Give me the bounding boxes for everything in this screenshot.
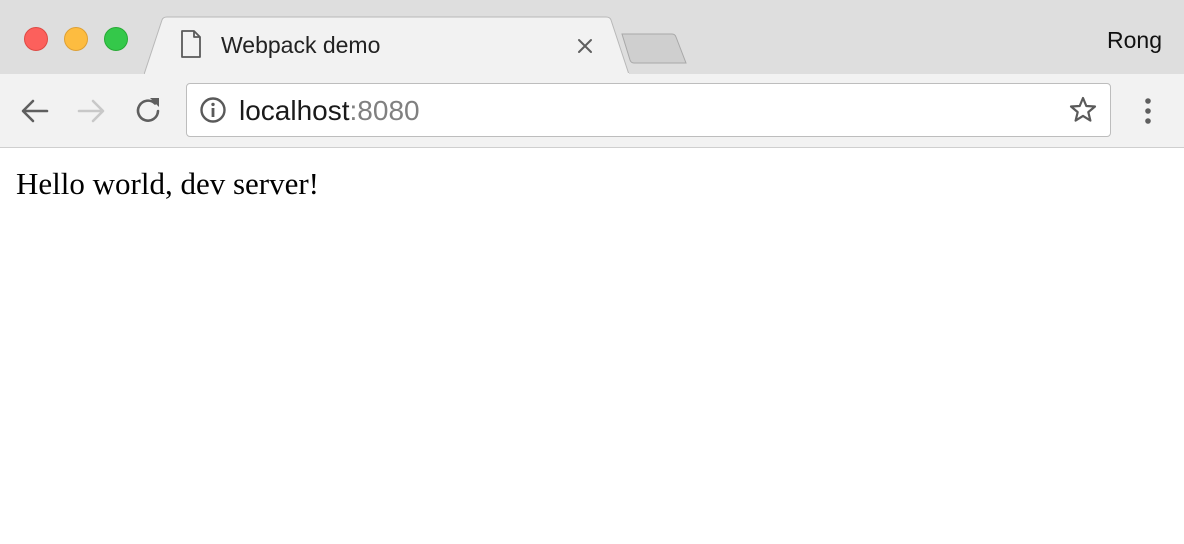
window-close-button[interactable] — [24, 27, 48, 51]
browser-toolbar: localhost:8080 — [0, 74, 1184, 148]
new-tab-button[interactable] — [620, 32, 690, 66]
star-outline-icon[interactable] — [1068, 95, 1098, 125]
forward-arrow-icon[interactable] — [74, 94, 108, 128]
document-icon — [181, 30, 201, 58]
tab-webpack-demo[interactable]: Webpack demo — [144, 16, 632, 75]
profile-name[interactable]: Rong — [1107, 26, 1162, 54]
tab-title: Webpack demo — [221, 32, 381, 58]
back-arrow-icon[interactable] — [18, 94, 52, 128]
reload-icon[interactable] — [131, 94, 165, 128]
window-zoom-button[interactable] — [104, 27, 128, 51]
window-minimize-button[interactable] — [64, 27, 88, 51]
tab-background — [144, 16, 630, 75]
vertical-dots-icon[interactable] — [1135, 94, 1161, 128]
url-port: :8080 — [349, 95, 420, 126]
url-text[interactable]: localhost:8080 — [239, 94, 420, 128]
page-body-text: Hello world, dev server! — [16, 166, 320, 201]
info-icon[interactable] — [199, 96, 227, 124]
tab-close-icon[interactable] — [574, 35, 596, 57]
tab-strip: Webpack demo Rong — [0, 0, 1184, 75]
address-bar[interactable]: localhost:8080 — [186, 83, 1111, 137]
url-host: localhost — [239, 95, 350, 126]
browser-window: Webpack demo Rong localhost:8080 Hello w… — [0, 0, 1184, 544]
page-content: Hello world, dev server! — [0, 148, 1184, 544]
